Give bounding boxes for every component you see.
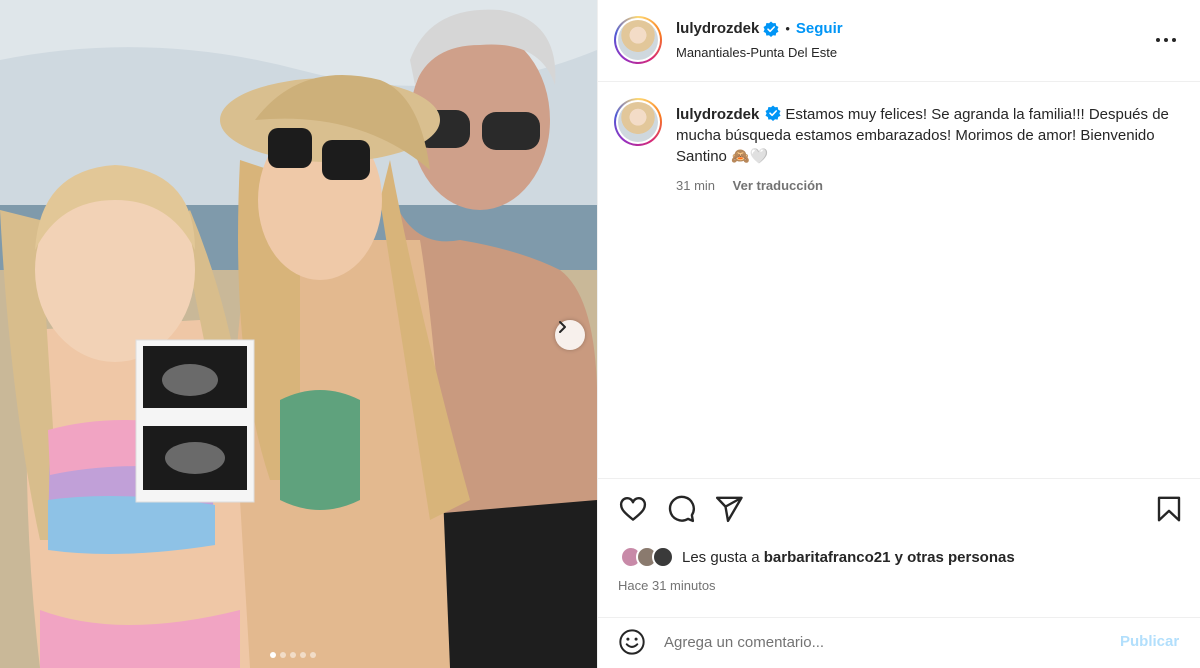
header-separator: • <box>785 21 790 36</box>
carousel-dot-active <box>270 652 276 658</box>
caption-meta: 31 min Ver traducción <box>676 178 823 193</box>
bookmark-icon <box>1157 496 1181 522</box>
likes-text: Les gusta a barbaritafranco21 y otras pe… <box>682 549 1015 566</box>
post-sidebar: lulydrozdek • Seguir Manantiales-Punta D… <box>597 0 1200 668</box>
post-image <box>0 0 597 668</box>
comment-input[interactable] <box>664 630 1094 654</box>
post-actions: Les gusta a barbaritafranco21 y otras pe… <box>598 478 1200 628</box>
carousel-dot <box>310 652 316 658</box>
caption-avatar[interactable] <box>614 98 662 146</box>
verified-badge-icon <box>763 21 779 37</box>
caption-text: lulydrozdek Estamos muy felices! Se agra… <box>676 104 1176 167</box>
author-avatar[interactable] <box>614 16 662 64</box>
carousel-dot <box>290 652 296 658</box>
emoji-button[interactable] <box>618 628 646 661</box>
carousel-dots <box>270 652 316 658</box>
carousel-next-button[interactable] <box>555 320 585 350</box>
likes-user-link[interactable]: barbaritafranco21 <box>764 549 891 566</box>
share-button[interactable] <box>714 494 744 529</box>
post-header: lulydrozdek • Seguir Manantiales-Punta D… <box>598 0 1200 82</box>
caption-username[interactable]: lulydrozdek <box>676 106 759 123</box>
post-timestamp[interactable]: Hace 31 minutos <box>618 578 716 593</box>
like-button[interactable] <box>618 494 648 529</box>
likes-prefix: Les gusta a <box>682 548 760 566</box>
comment-bar: Publicar <box>598 617 1200 668</box>
carousel-dot <box>300 652 306 658</box>
post-photo[interactable] <box>0 0 597 668</box>
publish-button[interactable]: Publicar <box>1120 633 1179 650</box>
post-location[interactable]: Manantiales-Punta Del Este <box>676 45 837 60</box>
chevron-right-icon <box>559 321 566 333</box>
likes-suffix[interactable]: y otras personas <box>895 549 1015 566</box>
follow-button[interactable]: Seguir <box>796 20 843 37</box>
caption-time[interactable]: 31 min <box>676 178 715 193</box>
emoji-smile-icon <box>619 629 645 655</box>
more-options-button[interactable] <box>1154 30 1182 50</box>
save-button[interactable] <box>1154 494 1184 529</box>
verified-badge-icon <box>765 105 781 121</box>
comment-icon <box>668 495 695 523</box>
likes-summary: Les gusta a barbaritafranco21 y otras pe… <box>620 546 1015 568</box>
author-username[interactable]: lulydrozdek <box>676 20 759 37</box>
comment-button[interactable] <box>666 494 696 529</box>
author-line: lulydrozdek • Seguir <box>676 20 843 37</box>
translate-button[interactable]: Ver traducción <box>733 178 823 193</box>
more-horizontal-icon <box>1156 38 1176 42</box>
liker-avatar[interactable] <box>652 546 674 568</box>
heart-icon <box>619 497 647 521</box>
carousel-dot <box>280 652 286 658</box>
send-icon <box>715 496 743 523</box>
